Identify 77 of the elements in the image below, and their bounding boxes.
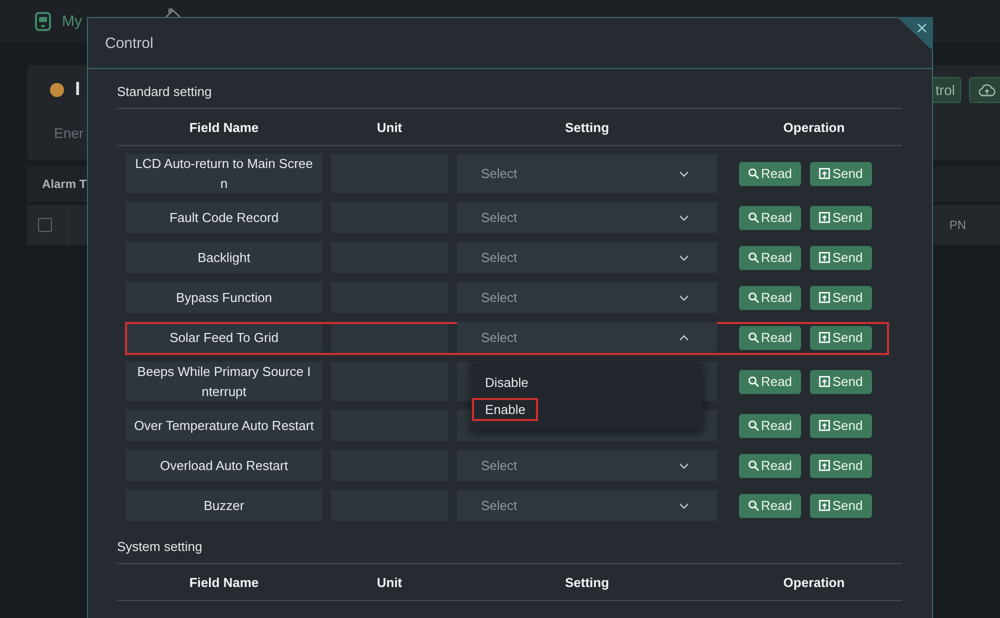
- column-header: Operation: [783, 574, 845, 590]
- search-icon: [748, 420, 759, 431]
- field-name-cell: Over Temperature Auto Restart: [126, 410, 322, 441]
- read-button[interactable]: Read: [739, 494, 801, 518]
- field-name-cell: LCD Auto-return to Main Screen: [126, 154, 322, 193]
- column-header: Field Name: [189, 574, 259, 590]
- read-button[interactable]: Read: [739, 286, 801, 310]
- search-icon: [748, 460, 759, 471]
- upload-icon: [819, 420, 830, 431]
- card-subtitle: Ener: [54, 124, 84, 142]
- column-header: Unit: [376, 574, 402, 590]
- upload-icon: [819, 292, 830, 303]
- upload-icon: [819, 376, 830, 387]
- upload-icon: [819, 168, 830, 179]
- column-header: Field Name: [189, 120, 259, 134]
- read-button[interactable]: Read: [739, 370, 801, 394]
- house-icon[interactable]: [165, 8, 183, 17]
- field-name-cell: Backlight: [126, 242, 322, 273]
- send-button[interactable]: Send: [810, 494, 872, 518]
- send-button[interactable]: Send: [810, 206, 872, 230]
- status-dot-icon: [50, 83, 64, 97]
- search-icon: [748, 252, 759, 263]
- column-header: PN: [949, 218, 966, 232]
- select-field[interactable]: Select: [457, 450, 717, 481]
- select-field[interactable]: Select: [457, 282, 717, 313]
- upload-icon: [819, 252, 830, 263]
- send-button[interactable]: Send: [810, 454, 872, 478]
- dropdown-option[interactable]: Disable: [472, 371, 542, 394]
- alarm-title: Alarm T: [42, 177, 87, 191]
- column-header: Operation: [783, 120, 845, 134]
- tablet-icon[interactable]: [35, 12, 51, 30]
- send-button[interactable]: Send: [810, 414, 872, 438]
- send-button[interactable]: Send: [810, 286, 872, 310]
- section-title: Standard setting: [117, 83, 212, 101]
- upload-icon: [819, 500, 830, 511]
- nav-label[interactable]: My: [62, 12, 82, 30]
- send-button[interactable]: Send: [810, 162, 872, 186]
- field-name-cell: Beeps While Primary Source Interrupt: [126, 362, 322, 401]
- field-name-cell: Bypass Function: [126, 282, 322, 313]
- upload-icon: [819, 460, 830, 471]
- select-field[interactable]: Select: [457, 322, 717, 353]
- search-icon: [748, 376, 759, 387]
- search-icon: [748, 500, 759, 511]
- select-field[interactable]: Select: [457, 490, 717, 521]
- search-icon: [748, 168, 759, 179]
- column-header: Setting: [564, 574, 610, 590]
- select-field[interactable]: Select: [457, 154, 717, 193]
- upload-icon: [819, 212, 830, 223]
- send-button[interactable]: Send: [810, 326, 872, 350]
- field-name-cell: Solar Feed To Grid: [126, 322, 322, 353]
- checkbox[interactable]: [38, 218, 52, 232]
- read-button[interactable]: Read: [739, 246, 801, 270]
- send-button[interactable]: Send: [810, 246, 872, 270]
- section-title: System setting: [117, 538, 202, 556]
- search-icon: [748, 292, 759, 303]
- read-button[interactable]: Read: [739, 326, 801, 350]
- card-title: I: [75, 79, 80, 101]
- search-icon: [748, 212, 759, 223]
- close-icon: [917, 23, 927, 33]
- dialog-title: Control: [105, 34, 154, 52]
- send-button[interactable]: Send: [810, 370, 872, 394]
- field-name-cell: Buzzer: [126, 490, 322, 521]
- select-field[interactable]: Select: [457, 202, 717, 233]
- column-header: Unit: [376, 120, 402, 134]
- upload-icon: [819, 332, 830, 343]
- read-button[interactable]: Read: [739, 454, 801, 478]
- cloud-upload-icon: [978, 83, 996, 97]
- read-button[interactable]: Read: [739, 162, 801, 186]
- field-name-cell: Fault Code Record: [126, 202, 322, 233]
- read-button[interactable]: Read: [739, 414, 801, 438]
- toolbar-button[interactable]: [969, 77, 1000, 103]
- read-button[interactable]: Read: [739, 206, 801, 230]
- select-field[interactable]: Select: [457, 242, 717, 273]
- field-name-cell: Overload Auto Restart: [126, 450, 322, 481]
- column-header: Setting: [564, 120, 610, 134]
- dropdown-option[interactable]: Enable: [472, 398, 538, 421]
- search-icon: [748, 332, 759, 343]
